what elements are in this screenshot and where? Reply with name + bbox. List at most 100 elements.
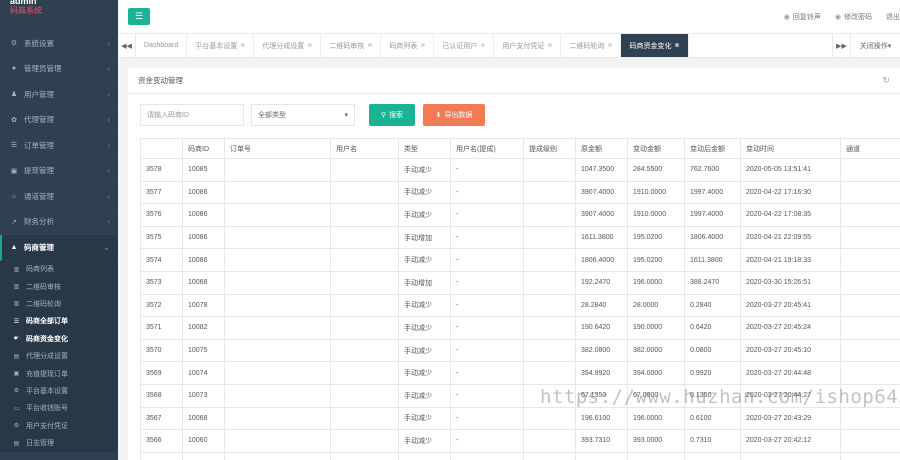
filter-bar: 请输入码商ID 全部类型 ▾ ⚲ 搜索 ⬇ 导出数据: [140, 104, 485, 126]
users-icon: ♟: [10, 91, 18, 99]
sidebar-item-channel-management[interactable]: ⌂ 通道管理 ‹: [0, 184, 118, 210]
table-cell: 手动减少: [398, 406, 451, 431]
table-cell: 10086: [182, 225, 225, 250]
tab-payment-vouchers[interactable]: 用户支付凭证 ⊗: [494, 34, 562, 57]
close-icon[interactable]: ⊗: [480, 42, 485, 49]
table-cell: 190.6420: [575, 316, 628, 340]
table-row[interactable]: 3576 10086 手动减少 - 3907.4000 1910.0000 1997.400…: [140, 203, 900, 227]
menu-toggle-button[interactable]: ☰: [128, 8, 150, 25]
close-icon[interactable]: ⊗: [307, 42, 312, 49]
sidebar-subitem-fund-changes[interactable]: ☛ 码商资金变化: [0, 330, 118, 347]
table-cell: [523, 361, 576, 385]
table-cell: 0.8600: [684, 451, 741, 460]
tab-scroll-left-button[interactable]: ◀◀: [118, 34, 136, 57]
table-row[interactable]: 3578 10085 手动减少 - 1047.3500 284.5500 762.7600 2…: [140, 158, 900, 182]
close-icon[interactable]: ⊗: [367, 42, 372, 49]
close-icon[interactable]: ⊗: [547, 42, 552, 49]
table-cell: [224, 293, 331, 318]
panel-header: 资金变动管理 ↻: [128, 68, 900, 94]
search-button[interactable]: ⚲ 搜索: [369, 104, 415, 126]
table-cell: 3577: [140, 180, 183, 205]
sidebar-subitem-recharge-orders[interactable]: ▣ 充值提现订单: [0, 365, 118, 382]
sidebar-item-merchant-management[interactable]: ▲ 码商管理 ⌄: [0, 235, 118, 261]
sidebar-subitem-logs[interactable]: ▤ 日志管理: [0, 434, 118, 451]
tab-qr-polling[interactable]: 二维码轮询 ⊗: [561, 34, 622, 57]
close-icon[interactable]: ⊗: [607, 42, 612, 49]
tab-dashboard[interactable]: Dashboard: [136, 34, 188, 57]
table-row[interactable]: 3567 10068 手动减少 - 196.6100 196.0000 0.6100 2020…: [140, 406, 900, 431]
table-header-cell: 提成级别: [523, 138, 576, 159]
table-cell: 10082: [182, 316, 225, 340]
table-cell: [523, 225, 576, 250]
table-row[interactable]: 3577 10086 手动减少 - 3907.4000 1910.0000 1997.400…: [140, 180, 900, 205]
sidebar-subitem-merchant-list[interactable]: ▥ 码商列表: [0, 261, 118, 278]
sidebar-subitem-qr-review[interactable]: ▥ 二维码审核: [0, 278, 118, 295]
table-row[interactable]: 3573 10068 手动增加 - 192.2470 196.0000 388.2470 20…: [140, 270, 900, 295]
table-cell: [224, 270, 331, 295]
merchant-id-input[interactable]: 请输入码商ID: [140, 104, 244, 126]
sidebar-subitem-qr-polling[interactable]: ▥ 二维码轮询: [0, 295, 118, 312]
table-cell: -: [450, 225, 524, 250]
sidebar-item-system-settings[interactable]: ⚙ 系统设置 ‹: [0, 31, 118, 57]
sidebar-item-admin-management[interactable]: ● 管理员管理 ‹: [0, 57, 118, 83]
table-cell: [523, 429, 576, 453]
sidebar-subitem-agent-commission[interactable]: ▤ 代理分成设置: [0, 347, 118, 364]
table-row[interactable]: 3572 10078 手动减少 - 28.2840 28.0000 0.2840 2020-0…: [140, 293, 900, 318]
type-select[interactable]: 全部类型 ▾: [251, 104, 355, 126]
sidebar-item-agent-management[interactable]: ✿ 代理管理 ‹: [0, 108, 118, 134]
close-icon[interactable]: ⊗: [420, 42, 425, 49]
table-cell: [523, 451, 576, 460]
table-cell: 196.6100: [575, 406, 628, 431]
top-links: ◉ 回复铃声 ◉ 修改密码 退出: [770, 0, 900, 34]
sidebar-item-finance-analysis[interactable]: ↗ 财务分析 ‹: [0, 210, 118, 236]
table-row[interactable]: 3571 10082 手动减少 - 190.6420 190.0000 0.6420 2020…: [140, 316, 900, 340]
table-row[interactable]: 356510058 手动减少- 113.8600113.00000.86002020…: [140, 451, 900, 460]
tab-agent-commission[interactable]: 代理分成设置 ⊗: [254, 34, 322, 57]
table-cell: [224, 361, 331, 385]
sidebar-subitem-payment-vouchers[interactable]: ⚙ 用户支付凭证: [0, 417, 118, 434]
table-cell: 手动减少: [398, 180, 451, 205]
close-icon[interactable]: ⊗: [674, 42, 679, 49]
table-row[interactable]: 3575 10086 手动增加 - 1611.3800 195.0200 1806.4000…: [140, 225, 900, 250]
table-cell: 3573: [140, 270, 183, 295]
table-cell: 手动增加: [398, 270, 451, 295]
table-cell: 3907.4000: [575, 180, 628, 205]
table-header-cell: 通道: [840, 138, 900, 159]
tab-qr-review[interactable]: 二维码审核 ⊗: [321, 34, 382, 57]
sidebar-item-user-management[interactable]: ♟ 用户管理 ‹: [0, 82, 118, 108]
logout-link[interactable]: 退出: [886, 12, 900, 22]
tab-scroll-right-button[interactable]: ▶▶: [832, 34, 850, 57]
table-cell: 195.0200: [627, 248, 685, 272]
table-cell: [224, 338, 331, 363]
tab-merchant-list[interactable]: 码商列表 ⊗: [381, 34, 435, 57]
lock-icon: ▣: [13, 371, 20, 378]
close-operations-dropdown[interactable]: 关闭操作 ▾: [850, 34, 900, 57]
sidebar-subitem-platform-settings[interactable]: ⚙ 平台基本设置: [0, 382, 118, 399]
tab-platform-settings[interactable]: 平台基本设置 ⊗: [187, 34, 255, 57]
table-cell: 2020-04-22 17:08:35: [740, 203, 841, 227]
table-cell: [523, 248, 576, 272]
export-button[interactable]: ⬇ 导出数据: [423, 104, 485, 126]
table-row[interactable]: 3569 10074 手动减少 - 394.9920 394.0000 0.9920 2020…: [140, 361, 900, 385]
tab-verified-users[interactable]: 已认证用户 ⊗: [434, 34, 495, 57]
table-row[interactable]: 3574 10086 手动减少 - 1806.4000 195.0200 1611.3800…: [140, 248, 900, 272]
table-row[interactable]: 3570 10075 手动减少 - 382.0800 382.0000 0.0800 2020…: [140, 338, 900, 363]
table-cell: -: [450, 180, 524, 205]
close-icon[interactable]: ⊗: [240, 42, 245, 49]
sidebar-item-withdraw-management[interactable]: ▣ 提现管理 ‹: [0, 159, 118, 185]
sidebar-subitem-all-orders[interactable]: ☰ 码商全部订单: [0, 313, 118, 330]
sidebar-item-order-management[interactable]: ☰ 订单管理 ‹: [0, 133, 118, 159]
table-cell: [330, 158, 399, 182]
table-cell: -: [450, 203, 524, 227]
refresh-icon[interactable]: ↻: [882, 75, 890, 86]
sidebar-subitem-payment-accounts[interactable]: ▭ 平台收钱账号: [0, 400, 118, 417]
table-cell: 2020-04-22 17:16:30: [740, 180, 841, 205]
table-row[interactable]: 3566 10060 手动减少 - 393.7310 393.0000 0.7310 2020…: [140, 429, 900, 453]
panel-title: 资金变动管理: [138, 76, 183, 85]
tab-fund-changes[interactable]: 码商资金变化 ⊗: [621, 34, 689, 57]
change-password-link[interactable]: ◉ 修改密码: [835, 12, 872, 22]
table-row[interactable]: 3568 10073 手动减少 - 67.1350 67.0000 0.1350 2020-0…: [140, 383, 900, 408]
table-cell: 28.0000: [627, 293, 685, 318]
reply-ringtone-link[interactable]: ◉ 回复铃声: [784, 12, 821, 22]
table-cell: [523, 203, 576, 227]
